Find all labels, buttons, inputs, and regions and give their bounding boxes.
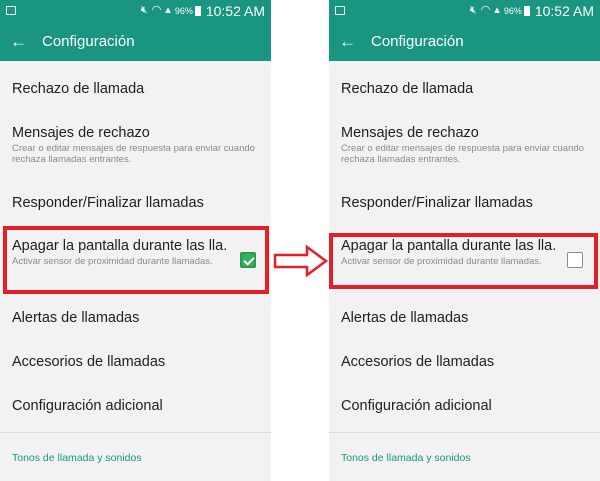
setting-title: Configuración adicional <box>12 398 163 414</box>
setting-rechazo-de-llamada[interactable]: Rechazo de llamada <box>12 81 261 97</box>
setting-responder-finalizar[interactable]: Responder/Finalizar llamadas <box>12 195 261 211</box>
app-bar: ← Configuración <box>329 21 600 61</box>
setting-configuracion-adicional[interactable]: Configuración adicional <box>341 398 590 414</box>
setting-title: Mensajes de rechazo <box>12 125 150 141</box>
status-time: 10:52 AM <box>205 2 265 19</box>
mute-icon: 🔇︎ <box>469 4 477 16</box>
signal-icon: ▴ <box>494 4 500 16</box>
wifi-icon: ◠ <box>151 4 162 16</box>
app-bar: ← Configuración <box>0 21 271 61</box>
section-header-tonos[interactable]: Tonos de llamada y sonidos <box>12 452 142 464</box>
setting-configuracion-adicional[interactable]: Configuración adicional <box>12 398 261 414</box>
highlight-box <box>3 226 269 294</box>
mute-icon: 🔇︎ <box>140 4 148 16</box>
setting-mensajes-de-rechazo[interactable]: Mensajes de rechazo Crear o editar mensa… <box>12 125 261 165</box>
battery-icon <box>194 5 201 16</box>
status-bar: 🔇︎ ◠ ▴ 96% 10:52 AM <box>0 0 271 21</box>
back-arrow-icon[interactable]: ← <box>10 33 36 50</box>
section-header-tonos[interactable]: Tonos de llamada y sonidos <box>341 452 471 464</box>
battery-level: 96% <box>174 5 193 16</box>
battery-level: 96% <box>503 5 522 16</box>
signal-icon: ▴ <box>165 4 171 16</box>
setting-title: Alertas de llamadas <box>12 310 140 326</box>
page-title: Configuración <box>371 32 464 50</box>
setting-accesorios-de-llamadas[interactable]: Accesorios de llamadas <box>12 354 261 370</box>
phone-screen-right: 🔇︎ ◠ ▴ 96% 10:52 AM ← Configuración Rech… <box>329 0 600 481</box>
setting-title: Rechazo de llamada <box>341 81 474 97</box>
setting-title: Mensajes de rechazo <box>341 125 479 141</box>
setting-title: Alertas de llamadas <box>341 310 469 326</box>
setting-rechazo-de-llamada[interactable]: Rechazo de llamada <box>341 81 590 97</box>
status-time: 10:52 AM <box>534 2 594 19</box>
setting-title: Responder/Finalizar llamadas <box>12 195 204 211</box>
divider <box>329 432 600 433</box>
setting-title: Accesorios de llamadas <box>12 354 166 370</box>
setting-responder-finalizar[interactable]: Responder/Finalizar llamadas <box>341 195 590 211</box>
transition-arrow-icon <box>273 244 329 278</box>
status-bar: 🔇︎ ◠ ▴ 96% 10:52 AM <box>329 0 600 21</box>
setting-title: Accesorios de llamadas <box>341 354 495 370</box>
setting-title: Rechazo de llamada <box>12 81 145 97</box>
highlight-box <box>329 233 598 289</box>
back-arrow-icon[interactable]: ← <box>339 33 365 50</box>
gallery-icon <box>6 6 16 15</box>
gallery-icon <box>335 6 345 15</box>
setting-alertas-de-llamadas[interactable]: Alertas de llamadas <box>12 310 261 326</box>
setting-title: Responder/Finalizar llamadas <box>341 195 533 211</box>
battery-icon <box>523 5 530 16</box>
phone-screen-left: 🔇︎ ◠ ▴ 96% 10:52 AM ← Configuración Rech… <box>0 0 271 481</box>
page-title: Configuración <box>42 32 135 50</box>
setting-title: Configuración adicional <box>341 398 492 414</box>
setting-accesorios-de-llamadas[interactable]: Accesorios de llamadas <box>341 354 590 370</box>
divider <box>0 432 271 433</box>
setting-subtitle: Crear o editar mensajes de respuesta par… <box>341 143 584 165</box>
setting-alertas-de-llamadas[interactable]: Alertas de llamadas <box>341 310 590 326</box>
wifi-icon: ◠ <box>480 4 491 16</box>
setting-subtitle: Crear o editar mensajes de respuesta par… <box>12 143 255 165</box>
setting-mensajes-de-rechazo[interactable]: Mensajes de rechazo Crear o editar mensa… <box>341 125 590 165</box>
